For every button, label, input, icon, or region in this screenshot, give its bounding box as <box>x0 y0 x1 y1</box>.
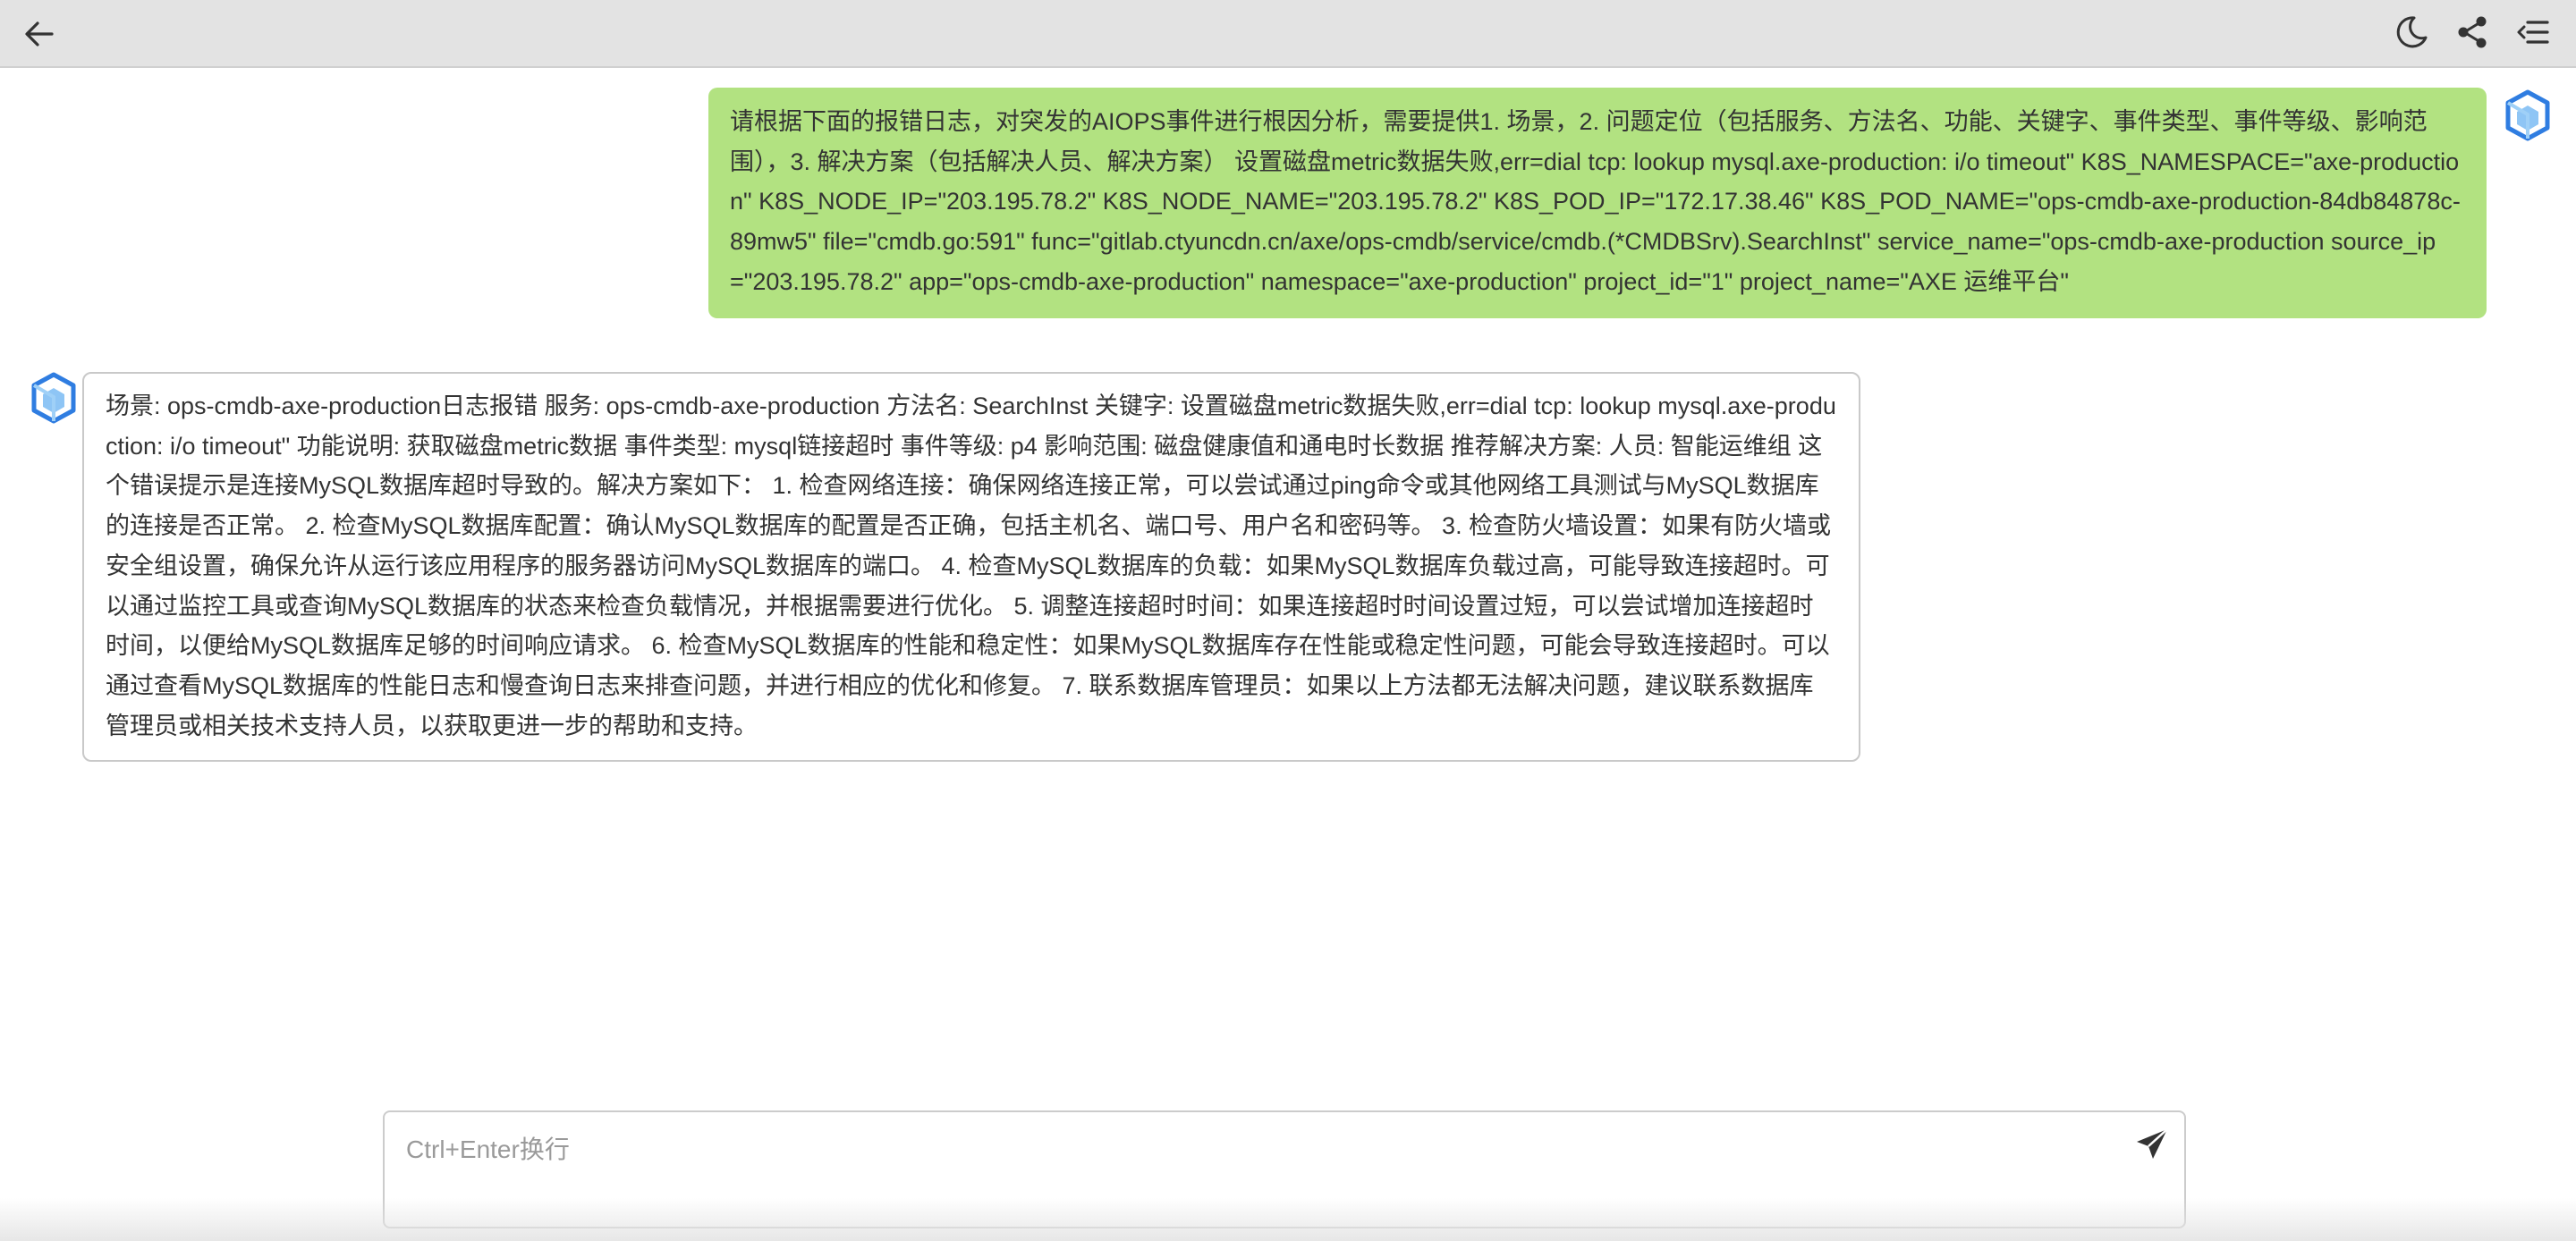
share-icon <box>2458 16 2487 48</box>
bot-logo-icon <box>31 372 76 424</box>
arrow-left-icon <box>25 21 54 46</box>
moon-icon <box>2396 16 2428 48</box>
top-bar <box>0 0 2576 68</box>
message-composer <box>383 1110 2186 1228</box>
chat-area[interactable]: 请根据下面的报错日志，对突发的AIOPS事件进行根因分析，需要提供1. 场景，2… <box>0 70 2576 1098</box>
share-button[interactable] <box>2449 9 2496 55</box>
user-message-bubble: 请根据下面的报错日志，对突发的AIOPS事件进行根因分析，需要提供1. 场景，2… <box>708 88 2487 318</box>
menu-button[interactable] <box>2510 9 2556 55</box>
assistant-avatar <box>30 372 77 424</box>
menu-icon <box>2517 21 2549 44</box>
user-avatar <box>2504 89 2551 141</box>
send-button[interactable] <box>2131 1123 2174 1166</box>
message-input[interactable] <box>404 1128 2104 1214</box>
send-icon <box>2137 1128 2168 1159</box>
theme-toggle-button[interactable] <box>2388 9 2435 55</box>
back-button[interactable] <box>18 13 61 55</box>
assistant-message-bubble: 场景: ops-cmdb-axe-production日志报错 服务: ops-… <box>82 372 1860 763</box>
bot-logo-icon <box>2505 89 2550 141</box>
